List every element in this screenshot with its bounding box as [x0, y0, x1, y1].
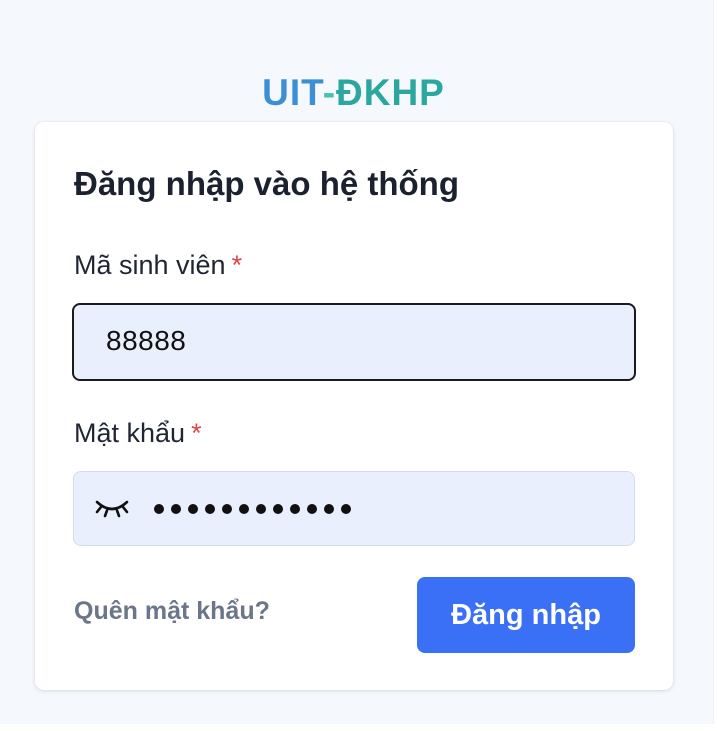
password-input[interactable] — [73, 471, 635, 546]
password-label-text: Mật khẩu — [74, 418, 186, 448]
password-dot — [171, 504, 181, 514]
eye-closed-icon[interactable] — [94, 496, 130, 520]
password-label: Mật khẩu * — [74, 417, 202, 449]
password-dot — [324, 504, 334, 514]
app-logo: UIT-ĐKHP — [0, 71, 707, 115]
required-mark: * — [191, 418, 202, 448]
login-card: Đăng nhập vào hệ thống Mã sinh viên * 888… — [35, 122, 673, 690]
password-masked-value — [154, 496, 351, 514]
password-dot — [290, 504, 300, 514]
logo-dash: - — [322, 72, 337, 113]
password-dot — [239, 504, 249, 514]
password-dot — [205, 504, 215, 514]
password-dot — [256, 504, 266, 514]
password-dot — [222, 504, 232, 514]
password-dot — [188, 504, 198, 514]
password-dot — [341, 504, 351, 514]
student-id-value: 88888 — [106, 325, 187, 356]
student-id-label: Mã sinh viên * — [74, 249, 242, 281]
student-id-input[interactable]: 88888 — [72, 303, 636, 381]
password-dot — [154, 504, 164, 514]
forgot-password-link[interactable]: Quên mật khẩu? — [74, 597, 270, 626]
required-mark: * — [231, 250, 243, 280]
password-dot — [273, 504, 283, 514]
password-dot — [307, 504, 317, 514]
logo-uit: UIT — [262, 72, 323, 113]
logo-dkhp: ĐKHP — [336, 72, 445, 113]
student-id-label-text: Mã sinh viên — [74, 250, 226, 280]
login-button[interactable]: Đăng nhập — [417, 577, 635, 653]
login-title: Đăng nhập vào hệ thống — [74, 165, 459, 202]
